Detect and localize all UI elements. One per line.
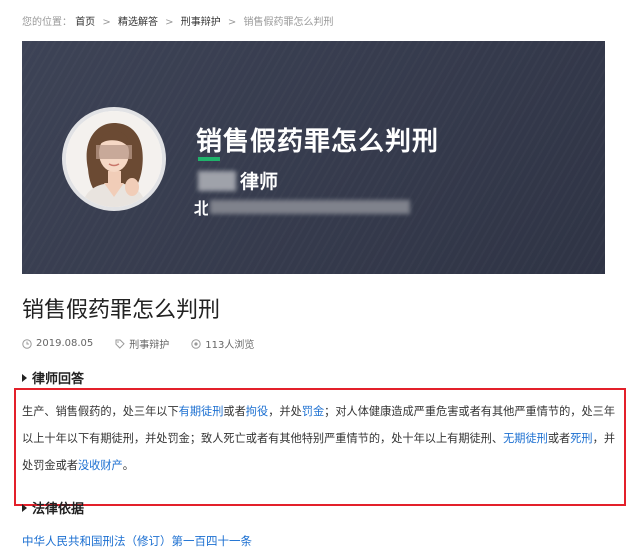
answer-text: 生产、销售假药的，处三年以下有期徒刑或者拘役，并处罚金；对人体健康造成严重危害或… (22, 398, 616, 479)
law-article-link[interactable]: 中华人民共和国刑法（修订）第一百四十一条 (22, 533, 252, 549)
article-banner: 销售假药罪怎么判刑 律师 北 (22, 41, 605, 274)
meta-category-text[interactable]: 刑事辩护 (129, 336, 169, 351)
answer-term-link[interactable]: 死刑 (570, 432, 592, 445)
breadcrumb-separator: > (102, 17, 111, 28)
article-meta: 2019.08.05 刑事辩护 113人浏览 (22, 336, 276, 351)
answer-term-link[interactable]: 无期徒刑 (503, 432, 548, 445)
tag-icon (115, 339, 125, 349)
blurred-name (198, 170, 236, 191)
clock-icon (22, 338, 32, 349)
banner-lawyer-role: 律师 (240, 171, 279, 193)
section-marker-icon (22, 373, 27, 382)
breadcrumb-criminal-defense-link[interactable]: 刑事辩护 (181, 17, 221, 28)
banner-accent-bar (198, 157, 220, 161)
answer-heading-text: 律师回答 (32, 372, 85, 387)
meta-views-text: 113人浏览 (205, 340, 255, 351)
banner-title: 销售假药罪怎么判刑 (196, 127, 440, 157)
answer-section-heading: 律师回答 (22, 368, 84, 387)
breadcrumb-current: 销售假药罪怎么判刑 (243, 17, 334, 28)
answer-text-segment: 或者 (547, 432, 571, 445)
banner-lawyer-name: 律师 (198, 167, 278, 193)
blurred-location (210, 200, 410, 214)
lawyer-portrait-image (66, 111, 162, 207)
answer-term-link[interactable]: 没收财产 (78, 459, 123, 472)
banner-location-char: 北 (194, 199, 208, 218)
law-heading-text: 法律依据 (32, 502, 85, 517)
lawyer-avatar (66, 111, 162, 207)
meta-date-text: 2019.08.05 (36, 338, 94, 349)
answer-term-link[interactable]: 罚金 (302, 405, 324, 418)
breadcrumb-separator: > (227, 17, 237, 28)
answer-term-link[interactable]: 拘役 (246, 405, 268, 418)
breadcrumb-featured-answers-link[interactable]: 精选解答 (118, 17, 158, 28)
article-title: 销售假药罪怎么判刑 (22, 298, 221, 323)
answer-text-segment: ，并处 (268, 405, 302, 418)
meta-views: 113人浏览 (191, 336, 254, 351)
answer-text-segment: 生产、销售假药的，处三年以下 (22, 405, 179, 418)
views-icon (191, 338, 201, 349)
meta-category[interactable]: 刑事辩护 (115, 336, 169, 351)
answer-text-segment: 或者 (223, 405, 246, 418)
banner-lawyer-location: 北 (194, 195, 410, 219)
answer-term-link[interactable]: 有期徒刑 (179, 405, 224, 418)
answer-text-segment: 。 (122, 459, 134, 472)
breadcrumb-home-link[interactable]: 首页 (75, 17, 95, 28)
breadcrumb-prefix: 您的位置： (22, 17, 72, 28)
section-marker-icon (22, 503, 27, 512)
breadcrumb-separator: > (165, 17, 174, 28)
law-section-heading: 法律依据 (22, 498, 84, 517)
meta-date: 2019.08.05 (22, 338, 93, 349)
breadcrumb: 您的位置： 首页 > 精选解答 > 刑事辩护 > 销售假药罪怎么判刑 (22, 13, 333, 28)
